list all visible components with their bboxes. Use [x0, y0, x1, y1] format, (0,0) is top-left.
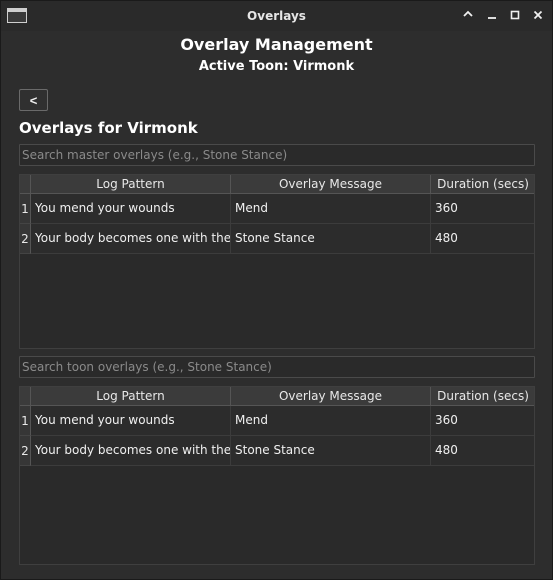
table-row[interactable]: 1 You mend your wounds Mend 360 — [20, 406, 534, 436]
log-pattern-cell[interactable]: You mend your wounds — [31, 194, 231, 224]
duration-cell[interactable]: 480 — [431, 224, 534, 254]
duration-cell[interactable]: 360 — [431, 194, 534, 224]
column-header-duration[interactable]: Duration (secs) — [431, 175, 534, 194]
overlays-window: Overlays Overlay Management Active Toon:… — [0, 0, 553, 580]
minimize-icon[interactable] — [484, 7, 500, 25]
column-header-overlay-message[interactable]: Overlay Message — [231, 387, 431, 406]
table-header: Log Pattern Overlay Message Duration (se… — [20, 387, 534, 406]
table-row[interactable]: 2 Your body becomes one with the... Ston… — [20, 436, 534, 466]
overlay-message-cell[interactable]: Mend — [231, 406, 431, 436]
overlay-message-cell[interactable]: Mend — [231, 194, 431, 224]
close-icon[interactable] — [530, 7, 546, 25]
column-header-log-pattern[interactable]: Log Pattern — [31, 387, 231, 406]
toon-search-input[interactable] — [19, 356, 535, 378]
overlay-message-cell[interactable]: Stone Stance — [231, 224, 431, 254]
section-title: Overlays for Virmonk — [19, 119, 198, 137]
log-pattern-cell[interactable]: You mend your wounds — [31, 406, 231, 436]
table-header: Log Pattern Overlay Message Duration (se… — [20, 175, 534, 194]
table-row[interactable]: 2 Your body becomes one with the... Ston… — [20, 224, 534, 254]
column-header-duration[interactable]: Duration (secs) — [431, 387, 534, 406]
duration-cell[interactable]: 480 — [431, 436, 534, 466]
duration-cell[interactable]: 360 — [431, 406, 534, 436]
table-corner[interactable] — [20, 175, 31, 194]
column-header-log-pattern[interactable]: Log Pattern — [31, 175, 231, 194]
log-pattern-cell[interactable]: Your body becomes one with the... — [31, 224, 231, 254]
back-button[interactable]: < — [19, 89, 48, 111]
column-header-overlay-message[interactable]: Overlay Message — [231, 175, 431, 194]
master-search-input[interactable] — [19, 144, 535, 166]
master-overlays-table: Log Pattern Overlay Message Duration (se… — [19, 174, 535, 349]
table-corner[interactable] — [20, 387, 31, 406]
page-title: Overlay Management — [180, 35, 373, 54]
toon-overlays-table: Log Pattern Overlay Message Duration (se… — [19, 386, 535, 565]
row-number[interactable]: 1 — [20, 406, 31, 436]
title-bar[interactable]: Overlays — [1, 1, 552, 31]
maximize-icon[interactable] — [507, 7, 523, 25]
row-number[interactable]: 2 — [20, 436, 31, 466]
log-pattern-cell[interactable]: Your body becomes one with the... — [31, 436, 231, 466]
active-toon-label: Active Toon: Virmonk — [198, 59, 355, 74]
table-row[interactable]: 1 You mend your wounds Mend 360 — [20, 194, 534, 224]
row-number[interactable]: 1 — [20, 194, 31, 224]
row-number[interactable]: 2 — [20, 224, 31, 254]
overlay-message-cell[interactable]: Stone Stance — [231, 436, 431, 466]
chevron-up-icon[interactable] — [460, 7, 476, 25]
